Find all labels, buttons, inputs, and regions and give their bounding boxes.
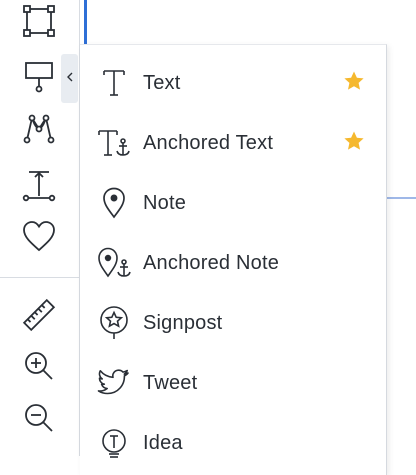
zoom-out-icon [21,400,57,441]
ruler-tool[interactable] [14,296,64,338]
connector-tool[interactable] [14,166,64,208]
menu-item-label: Signpost [143,311,223,334]
menu-item-text[interactable]: Text [80,53,386,113]
text-icon [96,65,132,101]
bird-icon [96,365,132,401]
menu-item-idea[interactable]: Idea [80,413,386,473]
menu-item-label: Text [143,71,181,94]
anchored-note-icon [96,245,132,281]
signpost-shape-tool[interactable] [14,57,64,99]
star-pin-icon [96,305,132,341]
favorite-star-icon[interactable] [343,70,365,92]
connector-icon [21,167,57,208]
menu-item-anchored-note[interactable]: Anchored Note [80,233,386,293]
zoom-in-tool[interactable] [14,347,64,389]
zoom-in-icon [21,348,57,389]
location-pin-icon [96,185,132,221]
canvas-connector-line [386,197,416,199]
toolbar-divider [0,277,79,278]
freehand-path-tool[interactable] [14,108,64,150]
text-tools-submenu: Text Anchored Text Note Anchored Note Si… [80,44,387,475]
heart-icon [21,219,57,260]
submenu-expander[interactable] [61,54,78,103]
menu-item-label: Anchored Note [143,251,280,274]
favorite-star-icon[interactable] [343,130,365,152]
menu-item-label: Tweet [143,371,198,394]
menu-item-label: Idea [143,431,183,454]
canvas-selection-edge [84,0,87,44]
anchored-text-icon [96,125,132,161]
menu-item-tweet[interactable]: Tweet [80,353,386,413]
pin-sign-icon [21,58,57,99]
zoom-out-tool[interactable] [14,399,64,441]
rectangle-tool[interactable] [14,2,64,44]
heart-tool[interactable] [14,218,64,260]
menu-item-label: Anchored Text [143,131,274,154]
menu-item-label: Note [143,191,187,214]
menu-item-note[interactable]: Note [80,173,386,233]
path-nodes-icon [21,109,57,150]
ruler-icon [21,297,57,338]
menu-item-signpost[interactable]: Signpost [80,293,386,353]
menu-item-anchored-text[interactable]: Anchored Text [80,113,386,173]
chevron-left-icon [65,70,75,88]
rectangle-icon [21,3,57,44]
